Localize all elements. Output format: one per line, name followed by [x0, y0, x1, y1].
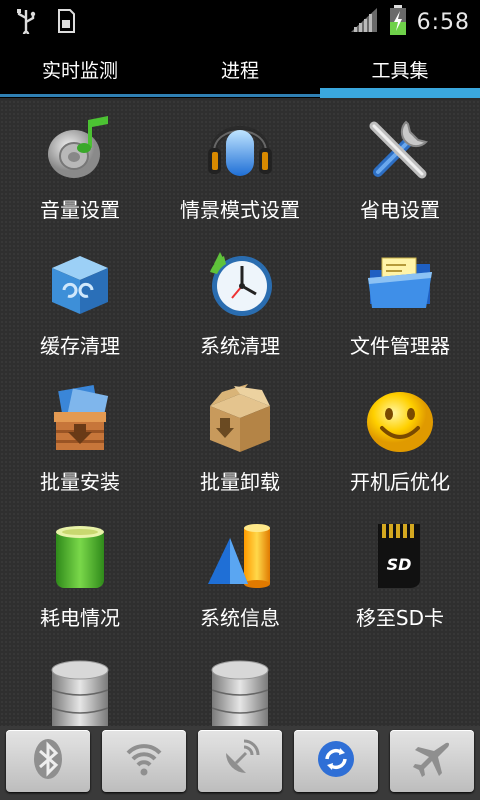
database-icon: [44, 656, 116, 726]
tab-label: 进程: [220, 59, 259, 82]
svg-text:SD: SD: [387, 555, 412, 574]
usb-icon: [14, 8, 38, 38]
sd-card-icon: SD: [364, 520, 436, 592]
bluetooth-icon: [30, 737, 66, 785]
tool-file-manager[interactable]: 文件管理器: [320, 236, 480, 372]
tool-power-saving-settings[interactable]: 省电设置: [320, 100, 480, 236]
recycle-box-icon: [44, 248, 116, 320]
folder-icon: [364, 248, 436, 320]
wifi-toggle[interactable]: [102, 730, 186, 792]
wifi-icon: [124, 739, 164, 783]
tool-label: 系统清理: [200, 334, 280, 358]
tool-system-info[interactable]: 系统信息: [160, 508, 320, 644]
install-box-icon: [44, 384, 116, 456]
tool-label: 情景模式设置: [180, 198, 300, 222]
tab-label: 工具集: [371, 59, 429, 82]
clock-clean-icon: [204, 248, 276, 320]
clock-time: 6:58: [416, 9, 470, 35]
sync-icon: [316, 739, 356, 783]
tool-label: 批量卸载: [200, 470, 280, 494]
tool-label: 音量设置: [40, 198, 120, 222]
tool-label: 省电设置: [360, 198, 440, 222]
tool-scene-mode-settings[interactable]: 情景模式设置: [160, 100, 320, 236]
status-bar: 6:58: [0, 0, 480, 40]
tool-label: 开机后优化: [350, 470, 450, 494]
tab-active-indicator: [320, 88, 480, 98]
tool-database-2[interactable]: [160, 644, 320, 726]
tool-batch-install[interactable]: 批量安装: [0, 372, 160, 508]
tool-volume-settings[interactable]: 音量设置: [0, 100, 160, 236]
airplane-mode-toggle[interactable]: [390, 730, 474, 792]
tool-label: 缓存清理: [40, 334, 120, 358]
tool-label: 批量安装: [40, 470, 120, 494]
tools-grid: 音量设置 情景模式设置 省电设置 缓存清理 系统清理 文件管理器 批量安装 批量…: [0, 100, 480, 726]
tool-label: 移至SD卡: [355, 606, 445, 630]
quick-toggle-bar: [0, 726, 480, 800]
tab-realtime-monitor[interactable]: 实时监测: [0, 40, 160, 98]
tab-label: 实时监测: [41, 59, 118, 82]
tool-cache-cleanup[interactable]: 缓存清理: [0, 236, 160, 372]
gps-toggle[interactable]: [198, 730, 282, 792]
tool-label: 系统信息: [200, 606, 280, 630]
sd-card-icon: [56, 8, 76, 38]
volume-icon: [44, 112, 116, 184]
tool-label: 耗电情况: [40, 606, 120, 630]
battery-icon: [44, 520, 116, 592]
bluetooth-toggle[interactable]: [6, 730, 90, 792]
tool-move-to-sd[interactable]: SD 移至SD卡: [320, 508, 480, 644]
tool-database-1[interactable]: [0, 644, 160, 726]
smiley-icon: [364, 384, 436, 456]
chart-shapes-icon: [204, 520, 276, 592]
tool-label: 文件管理器: [350, 334, 450, 358]
airplane-icon: [412, 739, 452, 783]
gps-icon: [220, 739, 260, 783]
tool-system-cleanup[interactable]: 系统清理: [160, 236, 320, 372]
tab-processes[interactable]: 进程: [160, 40, 320, 98]
uninstall-box-icon: [204, 384, 276, 456]
tool-batch-uninstall[interactable]: 批量卸载: [160, 372, 320, 508]
tool-boot-optimization[interactable]: 开机后优化: [320, 372, 480, 508]
tools-icon: [364, 112, 436, 184]
battery-charging-icon: [389, 5, 407, 39]
database-icon: [204, 656, 276, 726]
tool-power-consumption[interactable]: 耗电情况: [0, 508, 160, 644]
sync-toggle[interactable]: [294, 730, 378, 792]
signal-icon: [349, 6, 379, 38]
headphones-icon: [204, 112, 276, 184]
